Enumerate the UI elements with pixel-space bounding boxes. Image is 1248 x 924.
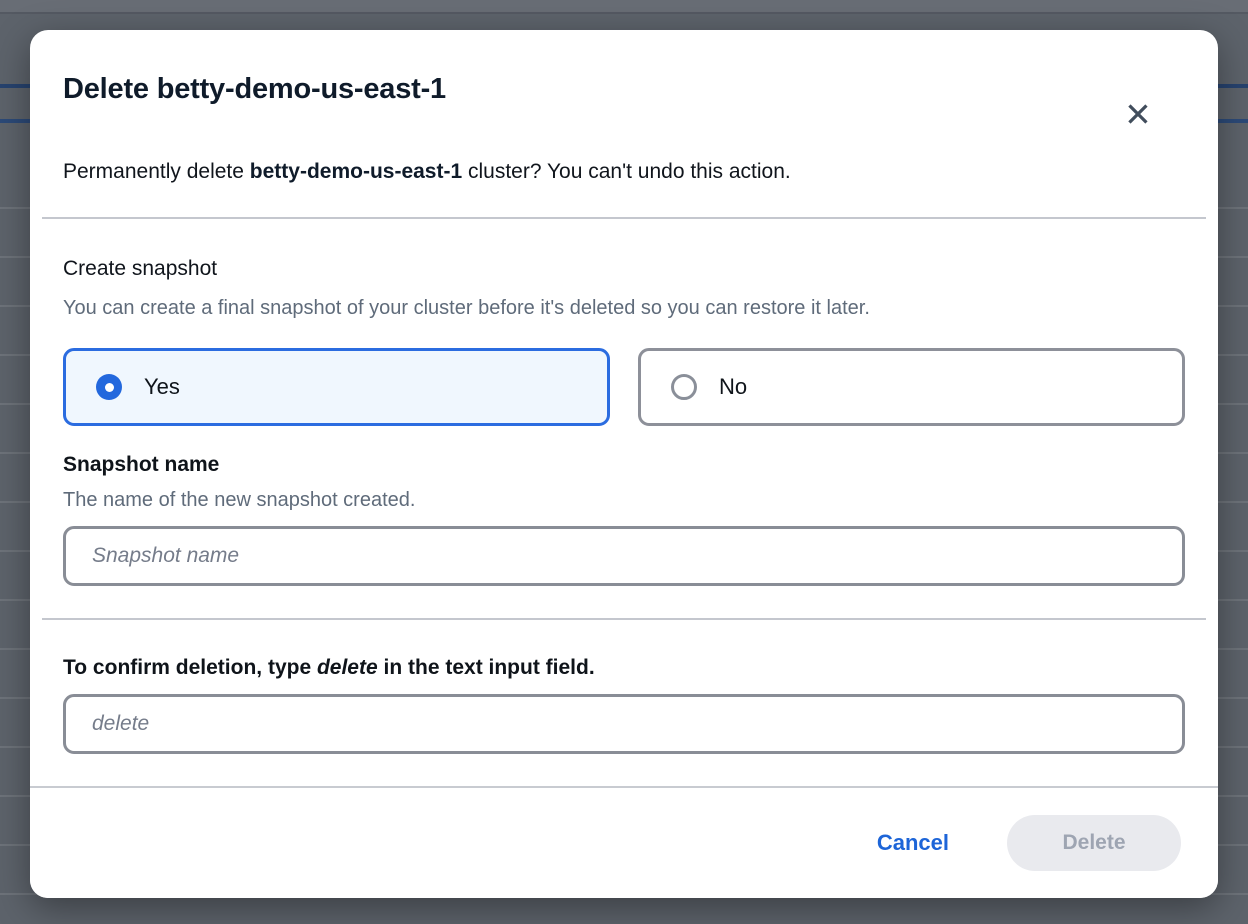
- cancel-button[interactable]: Cancel: [861, 822, 965, 864]
- confirmation-suffix: cluster? You can't undo this action.: [462, 160, 791, 183]
- cluster-name: betty-demo-us-east-1: [250, 160, 462, 183]
- screen: ✕ Delete betty-demo-us-east-1 Permanentl…: [0, 0, 1248, 924]
- dialog-footer: Cancel Delete: [30, 786, 1218, 898]
- close-icon: ✕: [1124, 98, 1152, 131]
- radio-selected-icon[interactable]: [96, 374, 122, 400]
- dialog-title: Delete betty-demo-us-east-1: [63, 72, 1185, 106]
- snapshot-name-label: Snapshot name: [63, 451, 1185, 478]
- confirmation-message: Permanently delete betty-demo-us-east-1 …: [63, 158, 1185, 185]
- snapshot-option-yes-label: Yes: [144, 374, 180, 400]
- snapshot-option-group: Yes No: [63, 348, 1185, 426]
- section-divider-top: [42, 217, 1206, 219]
- create-snapshot-heading: Create snapshot: [63, 255, 1185, 282]
- close-button[interactable]: ✕: [1116, 92, 1160, 136]
- deletion-confirm-instruction: To confirm deletion, type delete in the …: [63, 654, 1185, 681]
- delete-button[interactable]: Delete: [1007, 815, 1181, 871]
- console-top-bar: [0, 0, 1248, 12]
- deletion-confirm-keyword: delete: [317, 656, 378, 679]
- snapshot-option-no-label: No: [719, 374, 747, 400]
- delete-cluster-dialog: ✕ Delete betty-demo-us-east-1 Permanentl…: [30, 30, 1218, 898]
- snapshot-name-input[interactable]: [63, 526, 1185, 586]
- confirmation-prefix: Permanently delete: [63, 160, 250, 183]
- deletion-confirm-input[interactable]: [63, 694, 1185, 754]
- deletion-confirm-prefix: To confirm deletion, type: [63, 656, 317, 679]
- create-snapshot-description: You can create a final snapshot of your …: [63, 295, 1185, 321]
- snapshot-option-no[interactable]: No: [638, 348, 1185, 426]
- section-divider-middle: [42, 618, 1206, 620]
- deletion-confirm-suffix: in the text input field.: [378, 656, 595, 679]
- radio-unselected-icon[interactable]: [671, 374, 697, 400]
- snapshot-name-description: The name of the new snapshot created.: [63, 487, 1185, 513]
- console-top-seam: [0, 12, 1248, 14]
- snapshot-option-yes[interactable]: Yes: [63, 348, 610, 426]
